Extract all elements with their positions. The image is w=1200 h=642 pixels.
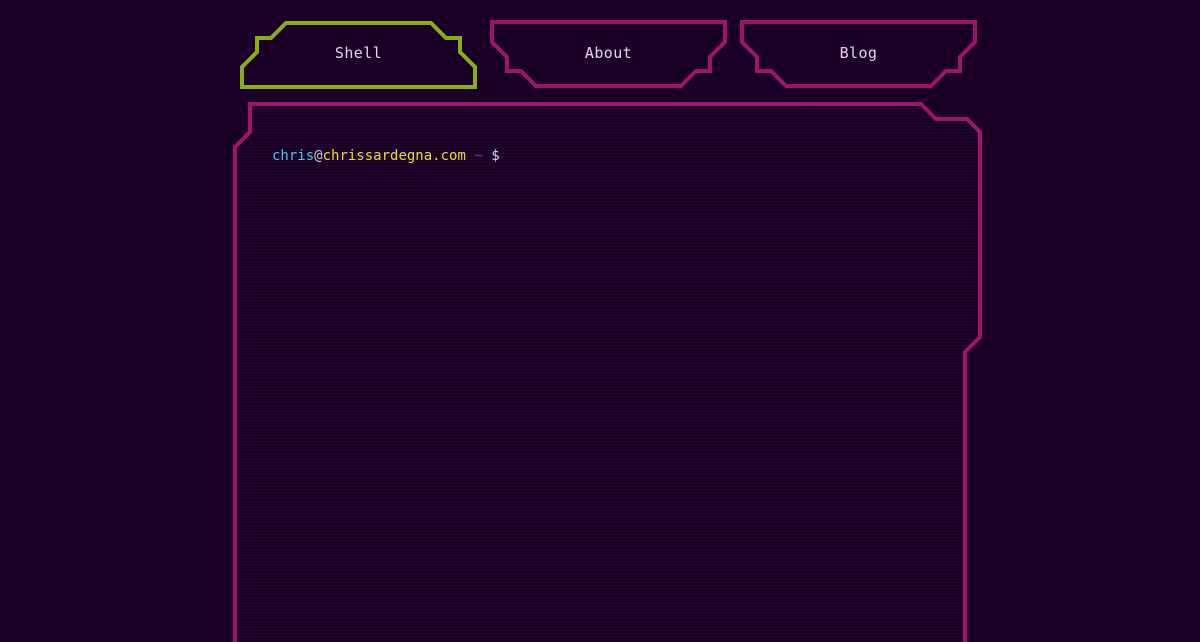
prompt-path: ~ — [474, 148, 483, 164]
tab-shell[interactable]: Shell — [240, 20, 477, 90]
tab-about-label: About — [584, 44, 633, 62]
prompt-symbol: $ — [491, 148, 500, 164]
terminal-frame — [233, 102, 982, 642]
tab-shell-label: Shell — [334, 44, 383, 62]
tab-about[interactable]: About — [490, 20, 727, 90]
tab-blog[interactable]: Blog — [740, 20, 977, 90]
shell-prompt[interactable]: chris@chrissardegna.com ~ $ — [272, 148, 500, 164]
terminal-window[interactable]: chris@chrissardegna.com ~ $ — [233, 102, 985, 642]
prompt-host: chrissardegna.com — [322, 148, 466, 164]
tab-blog-label: Blog — [839, 44, 878, 62]
prompt-user: chris — [272, 148, 315, 164]
prompt-at: @ — [314, 148, 323, 164]
